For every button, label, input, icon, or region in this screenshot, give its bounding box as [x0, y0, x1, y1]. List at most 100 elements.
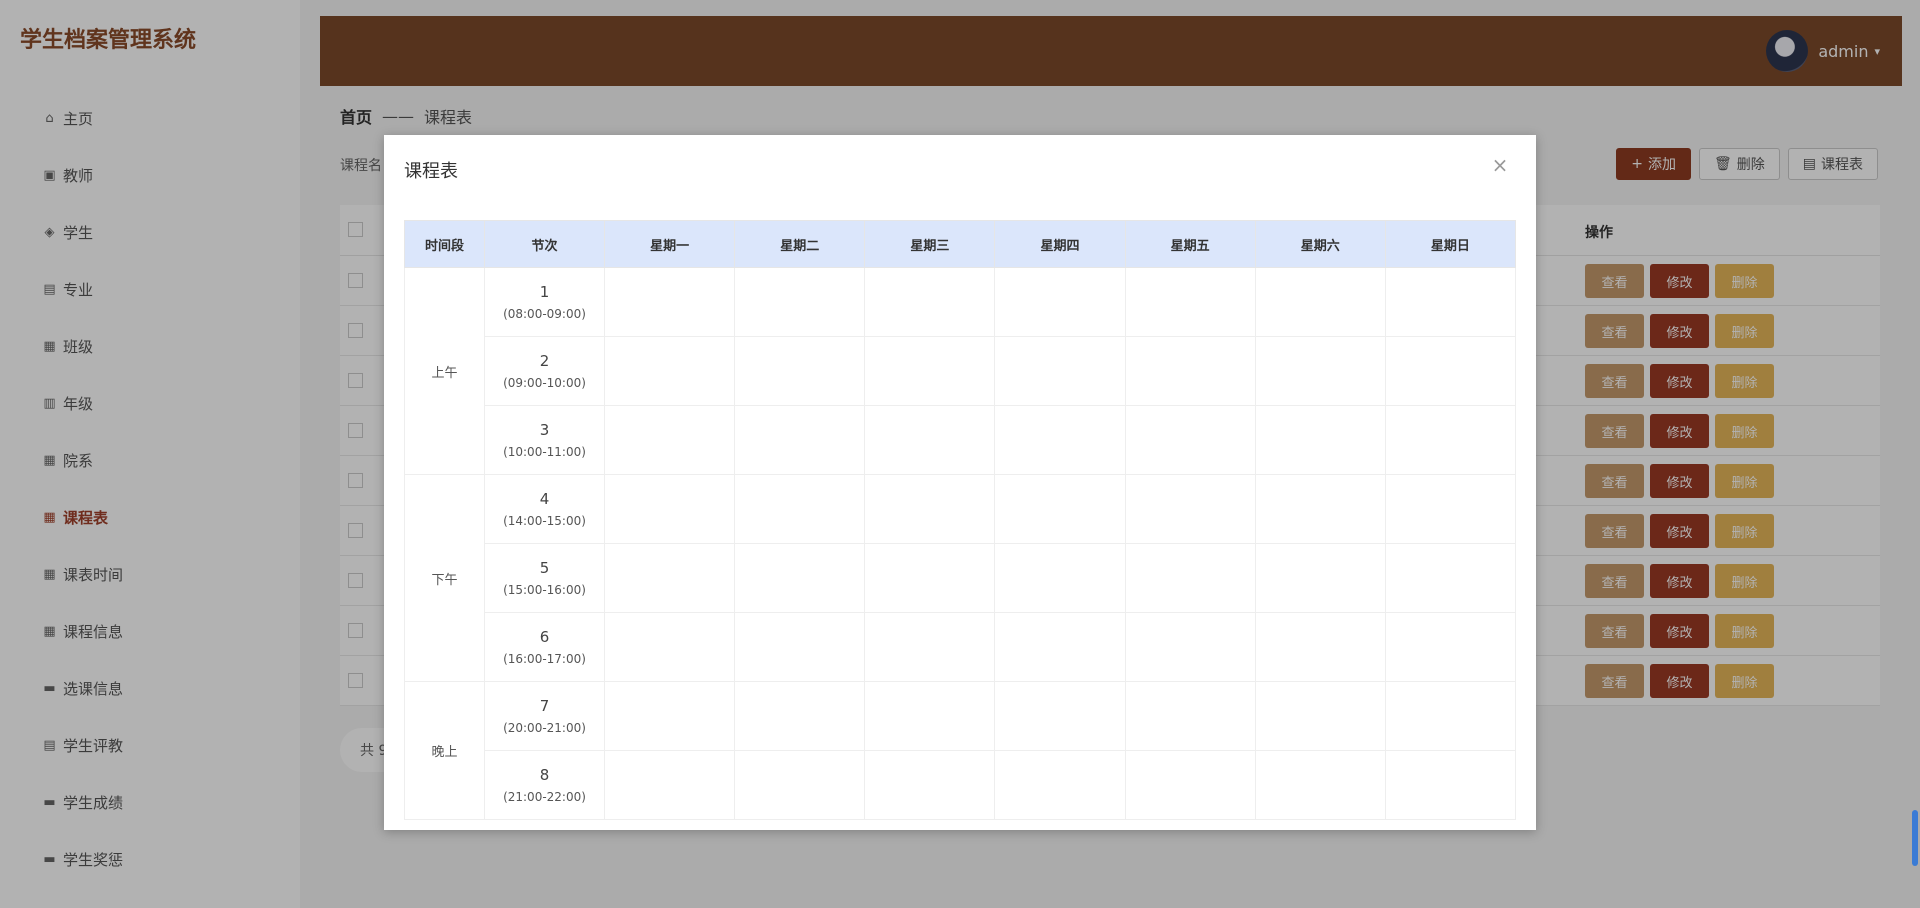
schedule-cell[interactable] — [603, 612, 736, 682]
schedule-cell[interactable] — [603, 750, 736, 820]
schedule-cell[interactable] — [994, 405, 1126, 475]
schedule-cell[interactable] — [864, 474, 996, 544]
schedule-modal: 课程表 × 时间段 节次 星期一 星期二 星期三 星期四 星期五 星期六 星期日 上午 1 (08:… — [384, 135, 1536, 830]
schedule-cell[interactable] — [864, 336, 996, 406]
schedule-cell[interactable] — [603, 405, 736, 475]
schedule-cell[interactable] — [1384, 612, 1517, 682]
schedule-cell[interactable] — [1384, 405, 1517, 475]
schedule-cell[interactable] — [864, 750, 996, 820]
schedule-cell[interactable] — [1254, 543, 1386, 613]
slot-number: 1 — [539, 283, 550, 301]
schedule-col-header: 星期五 — [1124, 220, 1256, 268]
schedule-cell[interactable] — [864, 267, 996, 337]
schedule-body: 上午 1 (08:00-09:00) 2 (09:00-10:00) 3 (10:00-11… — [404, 267, 1517, 820]
slot-number: 8 — [539, 766, 550, 784]
slot-cell: 1 (08:00-09:00) — [484, 267, 605, 337]
schedule-cell[interactable] — [603, 474, 736, 544]
schedule-cell[interactable] — [603, 543, 736, 613]
slot-cell: 5 (15:00-16:00) — [484, 543, 605, 613]
slot-cell: 2 (09:00-10:00) — [484, 336, 605, 406]
schedule-col-header: 星期一 — [603, 220, 736, 268]
schedule-row: 上午 1 (08:00-09:00) — [404, 267, 1517, 475]
schedule-col-header: 星期六 — [1254, 220, 1386, 268]
slot-number: 5 — [539, 559, 550, 577]
modal-title: 课程表 — [404, 161, 458, 182]
schedule-cell[interactable] — [1384, 336, 1517, 406]
slot-cell: 7 (20:00-21:00) — [484, 681, 605, 751]
schedule-row: 3 (10:00-11:00) — [405, 405, 1517, 475]
schedule-cell[interactable] — [1124, 336, 1256, 406]
schedule-cell[interactable] — [734, 267, 866, 337]
schedule-cell[interactable] — [603, 267, 736, 337]
schedule-cell[interactable] — [603, 681, 736, 751]
schedule-cell[interactable] — [1254, 267, 1386, 337]
slot-number: 3 — [539, 421, 550, 439]
schedule-cell[interactable] — [734, 612, 866, 682]
schedule-cell[interactable] — [994, 474, 1126, 544]
schedule-cell[interactable] — [734, 543, 866, 613]
schedule-col-header: 星期日 — [1384, 220, 1517, 268]
schedule-cell[interactable] — [864, 543, 996, 613]
schedule-col-header: 星期三 — [864, 220, 996, 268]
schedule-cell[interactable] — [994, 543, 1126, 613]
schedule-row: 8 (21:00-22:00) — [405, 750, 1517, 820]
schedule-cell[interactable] — [994, 750, 1126, 820]
slot-number: 4 — [539, 490, 550, 508]
schedule-col-header: 星期四 — [994, 220, 1126, 268]
slot-number: 7 — [539, 697, 550, 715]
close-icon[interactable]: × — [1490, 155, 1510, 175]
schedule-cell[interactable] — [734, 336, 866, 406]
schedule-cell[interactable] — [734, 681, 866, 751]
schedule-col-header: 时间段 — [404, 220, 485, 268]
schedule-cell[interactable] — [1384, 750, 1517, 820]
schedule-cell[interactable] — [603, 336, 736, 406]
schedule-cell[interactable] — [1124, 405, 1256, 475]
schedule-cell[interactable] — [1124, 543, 1256, 613]
schedule-cell[interactable] — [734, 750, 866, 820]
slot-time: (14:00-15:00) — [503, 514, 586, 528]
schedule-row: 下午 4 (14:00-15:00) — [404, 474, 1517, 682]
schedule-cell[interactable] — [1254, 681, 1386, 751]
schedule-cell[interactable] — [864, 612, 996, 682]
schedule-cell[interactable] — [1124, 474, 1256, 544]
schedule-cell[interactable] — [994, 267, 1126, 337]
schedule-cell[interactable] — [1124, 267, 1256, 337]
schedule-cell[interactable] — [1254, 336, 1386, 406]
slot-cell: 6 (16:00-17:00) — [484, 612, 605, 682]
slot-number: 6 — [539, 628, 550, 646]
schedule-cell[interactable] — [1124, 750, 1256, 820]
slot-time: (08:00-09:00) — [503, 307, 586, 321]
slot-number: 2 — [539, 352, 550, 370]
schedule-row: 晚上 7 (20:00-21:00) — [404, 681, 1517, 820]
schedule-cell[interactable] — [734, 405, 866, 475]
schedule-cell[interactable] — [1384, 267, 1517, 337]
schedule-cell[interactable] — [864, 405, 996, 475]
slot-cell: 4 (14:00-15:00) — [484, 474, 605, 544]
schedule-cell[interactable] — [994, 681, 1126, 751]
schedule-cell[interactable] — [994, 336, 1126, 406]
schedule-cell[interactable] — [1384, 474, 1517, 544]
schedule-cell[interactable] — [1384, 681, 1517, 751]
schedule-cell[interactable] — [994, 612, 1126, 682]
schedule-cell[interactable] — [1254, 405, 1386, 475]
period-label: 上午 — [404, 267, 485, 475]
slot-time: (20:00-21:00) — [503, 721, 586, 735]
scrollbar-thumb[interactable] — [1912, 810, 1918, 866]
schedule-row: 2 (09:00-10:00) — [405, 336, 1517, 406]
slot-cell: 8 (21:00-22:00) — [484, 750, 605, 820]
schedule-cell[interactable] — [864, 681, 996, 751]
schedule-cell[interactable] — [1384, 543, 1517, 613]
schedule-cell[interactable] — [734, 474, 866, 544]
schedule-cell[interactable] — [1254, 474, 1386, 544]
schedule-header-row: 时间段 节次 星期一 星期二 星期三 星期四 星期五 星期六 星期日 — [404, 220, 1517, 268]
schedule-cell[interactable] — [1254, 612, 1386, 682]
schedule-col-header: 星期二 — [734, 220, 866, 268]
schedule-cell[interactable] — [1254, 750, 1386, 820]
period-label: 晚上 — [404, 681, 485, 820]
schedule-table: 时间段 节次 星期一 星期二 星期三 星期四 星期五 星期六 星期日 上午 1 (08:00-09:… — [404, 220, 1517, 820]
schedule-cell[interactable] — [1124, 681, 1256, 751]
schedule-cell[interactable] — [1124, 612, 1256, 682]
slot-time: (09:00-10:00) — [503, 376, 586, 390]
slot-time: (16:00-17:00) — [503, 652, 586, 666]
slot-time: (21:00-22:00) — [503, 790, 586, 804]
